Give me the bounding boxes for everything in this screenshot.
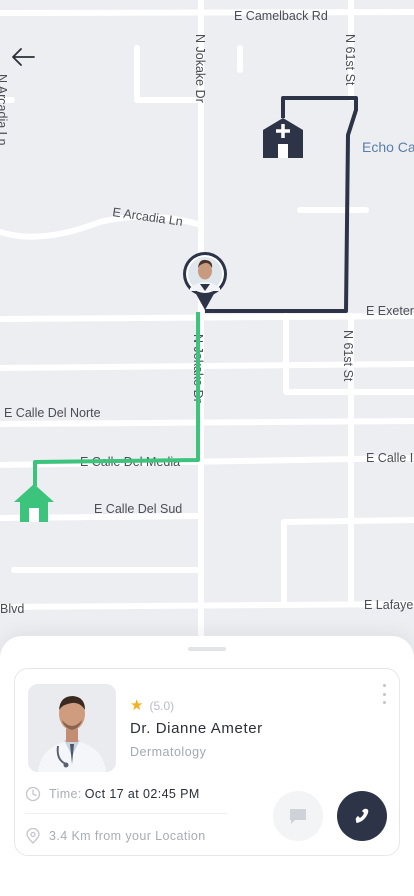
- street-label: Echo Ca: [362, 139, 414, 155]
- street-label: N Arcadia Ln: [0, 74, 9, 146]
- time-label: Time:: [49, 787, 82, 801]
- doctor-photo: [28, 684, 116, 772]
- location-pin-icon: [26, 828, 40, 844]
- back-button[interactable]: [8, 42, 38, 72]
- street-label: E Calle I: [366, 451, 413, 465]
- appointment-time: Time: Oct 17 at 02:45 PM: [25, 786, 200, 802]
- street-label: E Exeter: [366, 304, 414, 318]
- distance-text: 3.4 Km from your Location: [49, 829, 206, 843]
- street-label: N Jokake Dr: [193, 34, 207, 103]
- time-value: Oct 17 at 02:45 PM: [84, 787, 200, 801]
- street-label: E Calle Del Sud: [94, 502, 182, 516]
- street-label: N 61st St: [341, 330, 355, 382]
- street-label: N 61st St: [343, 34, 357, 86]
- arrow-left-icon: [12, 48, 35, 66]
- street-label: E Calle Del Norte: [4, 406, 101, 420]
- call-button[interactable]: [337, 791, 387, 841]
- street-label: E Camelback Rd: [234, 9, 328, 23]
- doctor-specialty: Dermatology: [130, 745, 207, 759]
- doctor-rating: ★ (5.0): [130, 698, 174, 713]
- appointment-distance: 3.4 Km from your Location: [25, 828, 206, 844]
- divider: [25, 813, 227, 814]
- chat-icon: [290, 809, 306, 824]
- clock-icon: [25, 786, 41, 802]
- doctor-card: ★ (5.0) Dr. Dianne Ameter Dermatology Ti…: [14, 668, 400, 856]
- doctor-name: Dr. Dianne Ameter: [130, 720, 263, 737]
- appointment-sheet: ★ (5.0) Dr. Dianne Ameter Dermatology Ti…: [0, 636, 414, 896]
- phone-icon: [355, 808, 369, 823]
- street-label: Blvd: [0, 602, 24, 616]
- rating-value: (5.0): [149, 698, 175, 713]
- more-options-button[interactable]: [381, 684, 387, 704]
- chat-button[interactable]: [273, 791, 323, 841]
- street-label: E Lafaye: [364, 598, 413, 612]
- drag-handle[interactable]: [188, 647, 226, 651]
- star-icon: ★: [130, 697, 144, 714]
